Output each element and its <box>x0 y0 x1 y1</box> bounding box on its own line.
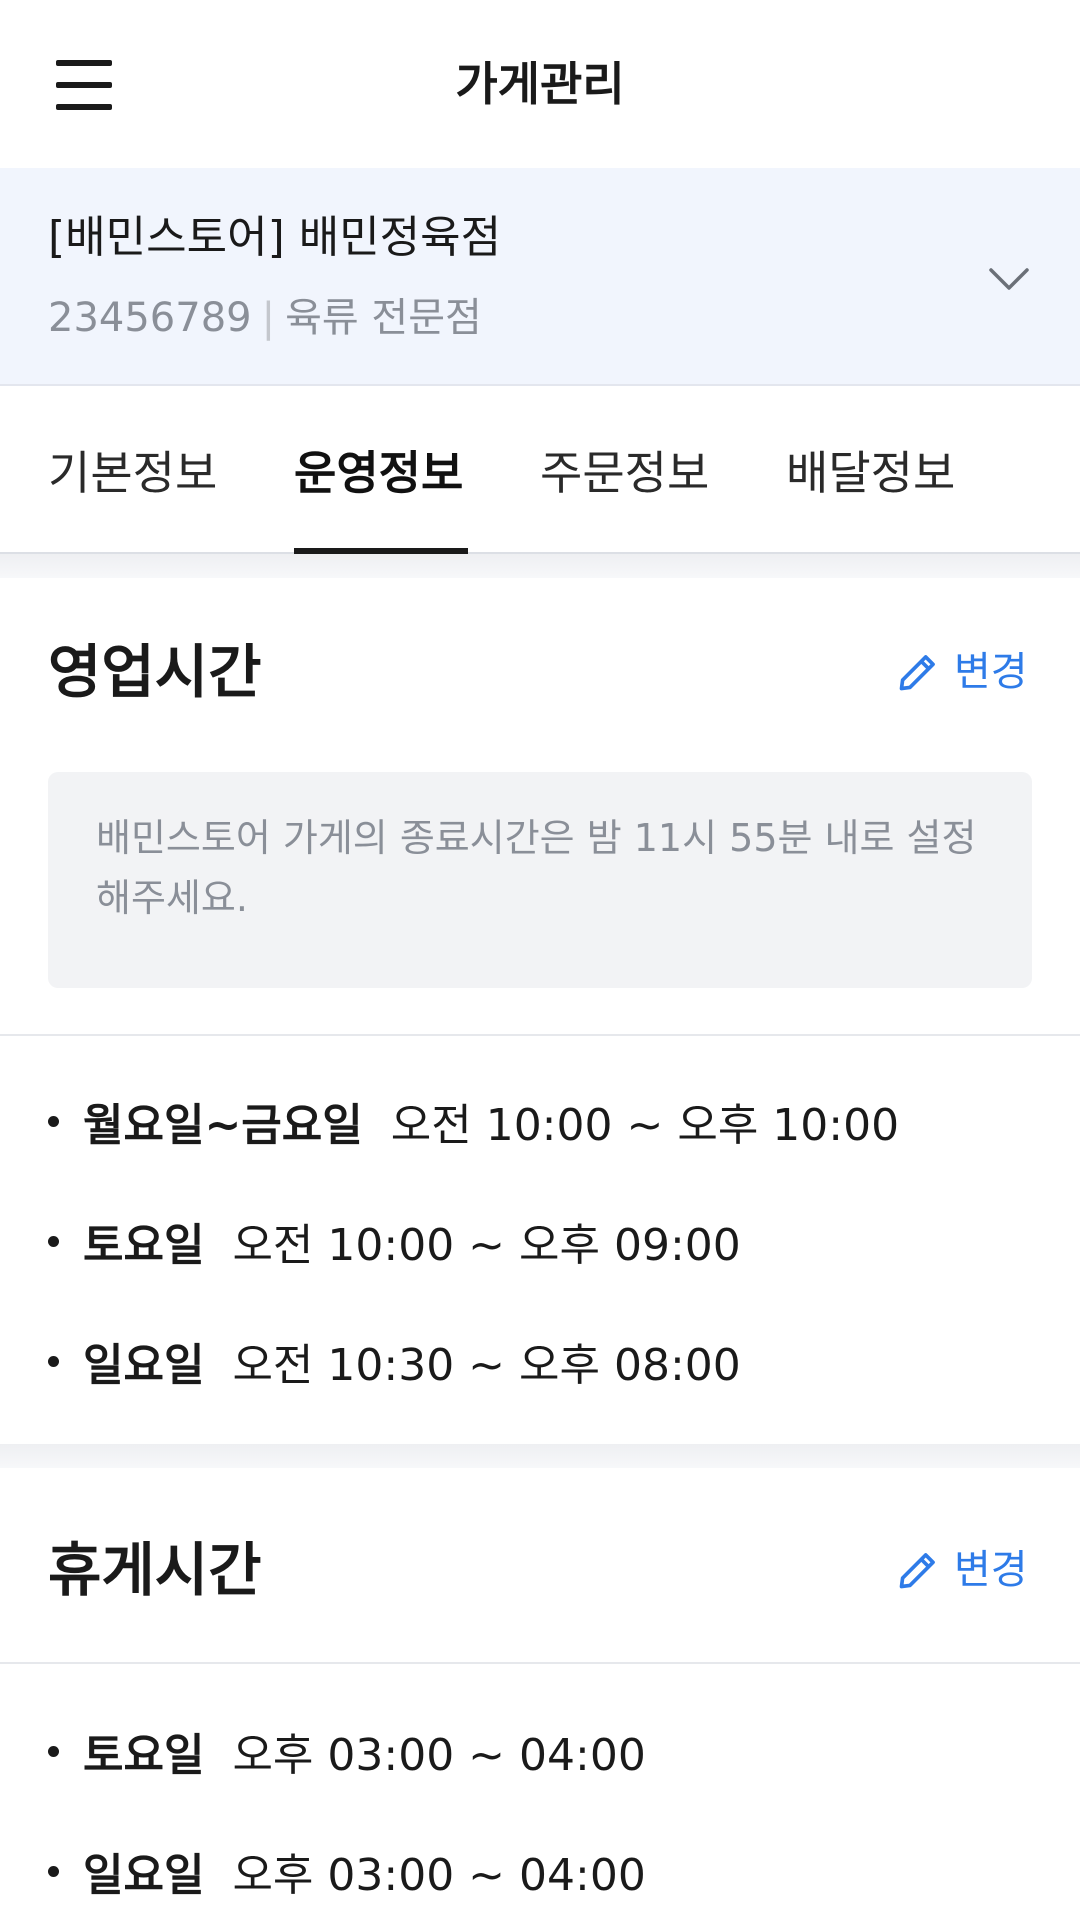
hours-row: 일요일 오후 03:00 ~ 04:00 <box>48 1836 646 1906</box>
hours-time: 오전 10:00 ~ 오후 09:00 <box>232 1220 741 1271</box>
tab-operation-info[interactable]: 운영정보 <box>294 442 463 504</box>
business-hours-section: 영업시간 변경 배민스토어 가게의 종료시간은 밤 11시 55분 내로 설정해… <box>0 578 1080 1444</box>
store-meta-separator: | <box>261 295 276 341</box>
tab-basic-info[interactable]: 기본정보 <box>48 442 217 504</box>
hours-row: 토요일 오전 10:00 ~ 오후 09:00 <box>48 1206 741 1276</box>
hours-day: 토요일 <box>83 1220 205 1271</box>
tab-delivery-info[interactable]: 배달정보 <box>786 442 955 504</box>
tab-order-info[interactable]: 주문정보 <box>540 442 709 504</box>
store-meta: 23456789 | 육류 전문점 <box>48 290 482 346</box>
hours-day: 일요일 <box>83 1850 205 1901</box>
chevron-down-icon[interactable] <box>988 258 1030 300</box>
store-category: 육류 전문점 <box>285 295 482 341</box>
bullet <box>48 1355 59 1367</box>
bullet <box>48 1235 59 1247</box>
hours-time: 오후 03:00 ~ 04:00 <box>232 1850 646 1901</box>
pencil-icon <box>899 655 935 691</box>
bullet <box>48 1865 59 1877</box>
tab-bar: 기본정보 운영정보 주문정보 배달정보 <box>0 388 1080 554</box>
edit-business-hours-button[interactable]: 변경 <box>896 642 1028 702</box>
section-title: 휴게시간 <box>48 1536 262 1604</box>
hours-time: 오후 03:00 ~ 04:00 <box>232 1730 646 1781</box>
hours-row: 토요일 오후 03:00 ~ 04:00 <box>48 1716 646 1786</box>
pencil-icon <box>899 1553 935 1589</box>
section-gap <box>0 1444 1080 1468</box>
bullet <box>48 1745 59 1757</box>
store-name: [배민스토어] 배민정육점 <box>48 212 502 263</box>
hours-row: 월요일~금요일 오전 10:00 ~ 오후 10:00 <box>48 1086 899 1156</box>
break-time-section: 휴게시간 변경 토요일 오후 03:00 ~ 04:00 일요일 오후 03:0… <box>0 1468 1080 1920</box>
section-title: 영업시간 <box>48 638 262 706</box>
divider <box>0 1662 1080 1664</box>
app-header: 가게관리 <box>0 0 1080 168</box>
hours-day: 일요일 <box>83 1340 205 1391</box>
hours-day: 월요일~금요일 <box>83 1100 363 1151</box>
hours-notice: 배민스토어 가게의 종료시간은 밤 11시 55분 내로 설정해주세요. <box>48 772 1032 988</box>
hours-day: 토요일 <box>83 1730 205 1781</box>
store-id: 23456789 <box>48 295 252 341</box>
edit-label: 변경 <box>954 1547 1028 1593</box>
hours-row: 일요일 오전 10:30 ~ 오후 08:00 <box>48 1326 741 1396</box>
edit-label: 변경 <box>954 649 1028 695</box>
hours-time: 오전 10:00 ~ 오후 10:00 <box>390 1100 900 1151</box>
edit-break-time-button[interactable]: 변경 <box>896 1540 1028 1600</box>
divider <box>0 1034 1080 1036</box>
bullet <box>48 1115 59 1127</box>
hours-time: 오전 10:30 ~ 오후 08:00 <box>232 1340 741 1391</box>
store-selector[interactable]: [배민스토어] 배민정육점 23456789 | 육류 전문점 <box>0 168 1080 386</box>
section-gap <box>0 554 1080 578</box>
page-title: 가게관리 <box>455 57 625 111</box>
